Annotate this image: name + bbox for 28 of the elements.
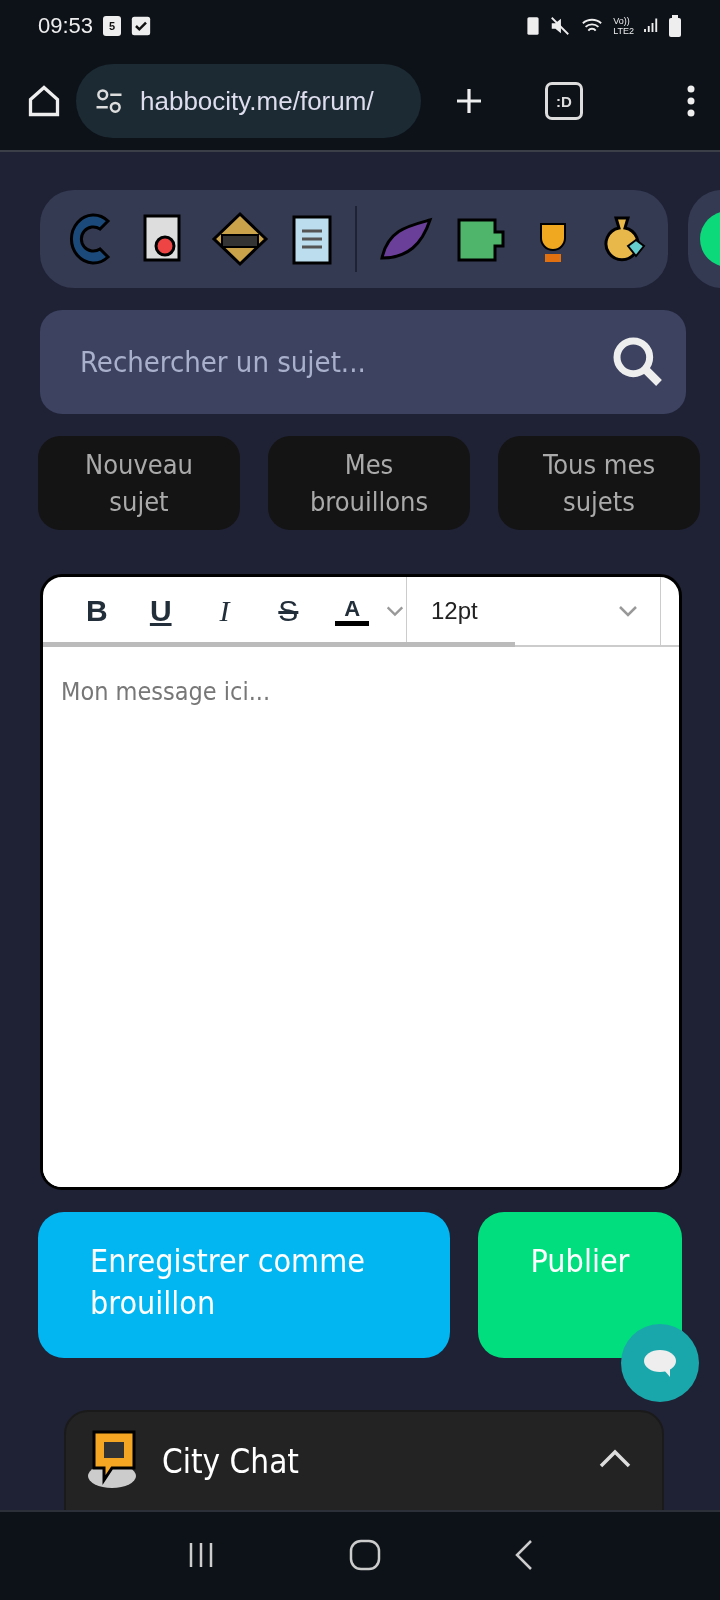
more-icon [686, 85, 696, 117]
calendar-icon: 5 [103, 16, 122, 36]
url-text: habbocity.me/forum/ [140, 85, 374, 117]
battery-saver-icon [525, 15, 542, 37]
home-icon [26, 83, 62, 119]
nav-button[interactable]: Mes brouillons [268, 436, 470, 530]
format-button[interactable]: A [320, 596, 385, 626]
checkbox-icon [131, 16, 152, 36]
nav-button[interactable]: Nouveau sujet [38, 436, 240, 530]
tab-switcher-button[interactable]: :D [545, 82, 583, 120]
format-button[interactable]: I [192, 594, 257, 628]
search-field[interactable]: Rechercher un sujet... [40, 310, 686, 414]
address-bar[interactable]: habbocity.me/forum/ [76, 64, 421, 138]
format-button[interactable]: U [128, 594, 193, 628]
mute-icon [549, 15, 572, 37]
format-button[interactable]: B [65, 594, 129, 628]
nav-button[interactable]: Tous mes sujets [498, 436, 700, 530]
battery-icon [668, 15, 682, 37]
search-input[interactable]: Rechercher un sujet... [78, 344, 610, 380]
chat-icon [642, 1348, 678, 1378]
chat-title: City Chat [162, 1442, 299, 1481]
format-button[interactable]: S [256, 594, 321, 628]
clock: 09:53 [38, 13, 94, 39]
network-label: LTE2 [613, 26, 634, 36]
site-settings-icon [94, 86, 124, 116]
message-editor[interactable]: B U I S A 12pt Mon message ici... [40, 574, 682, 1190]
staff-badge-icon [209, 211, 270, 267]
network-label: Vo)) [613, 16, 631, 26]
